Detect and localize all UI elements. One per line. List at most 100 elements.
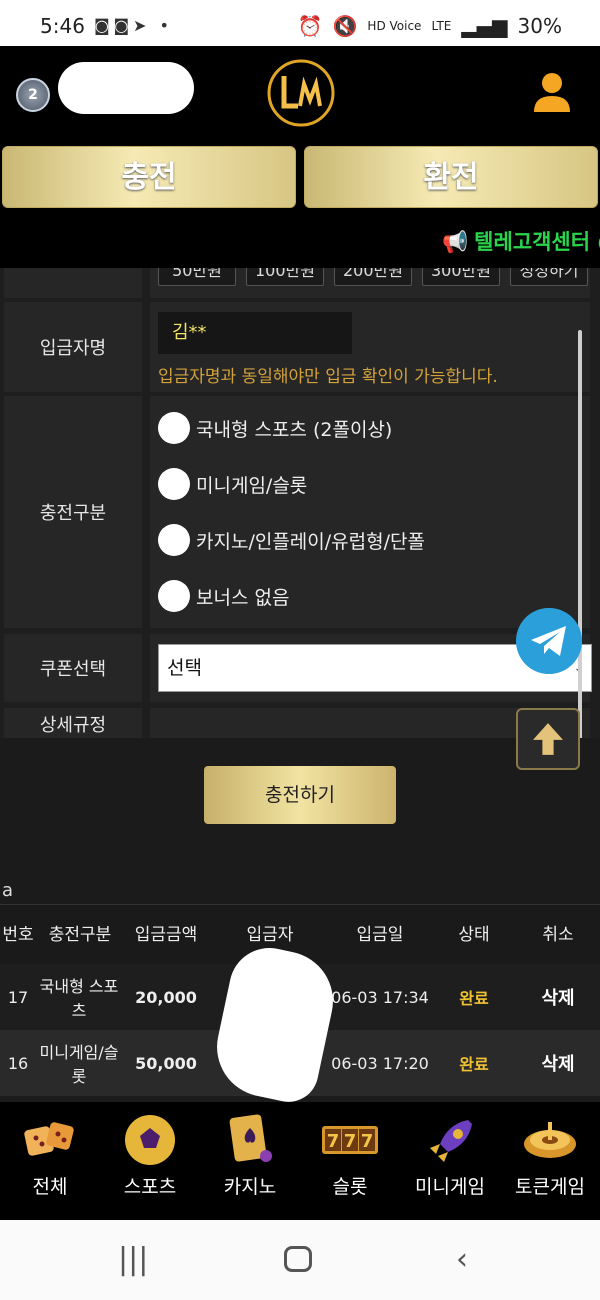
cell-status: 완료 xyxy=(459,1055,489,1074)
telegram-icon[interactable] xyxy=(516,608,582,674)
network-label: LTE xyxy=(431,19,452,33)
charge-type-option[interactable]: 미니게임/슬롯 xyxy=(158,466,307,502)
nav-label: 토큰게임 xyxy=(515,1176,585,1198)
nav-label: 카지노 xyxy=(223,1176,277,1198)
nav-item-sports[interactable]: 스포츠 xyxy=(100,1102,200,1220)
delete-button[interactable]: 삭제 xyxy=(526,1030,590,1096)
notice-marquee: 📢텔레고객센터 @ xyxy=(0,220,600,268)
cell-no: 16 xyxy=(7,1053,29,1073)
charge-type-option-label: 미니게임/슬롯 xyxy=(196,474,308,497)
rules-label: 상세규정 xyxy=(4,708,142,738)
charge-type-option-label: 국내형 스포츠 (2폴이상) xyxy=(196,418,393,441)
column-header: 입금금액 xyxy=(134,925,198,945)
depositor-label: 입금자명 xyxy=(4,302,142,392)
deposit-form: 50만원 100만원 200만원 300만원 정정하기 입금자명 김** 입금자… xyxy=(0,268,600,738)
charge-type-option[interactable]: 카지노/인플레이/유럽형/단폴 xyxy=(158,522,425,558)
bottom-nav: 전체 스포츠 카지노 7 7 7 슬롯 미니게임 토큰게임 xyxy=(0,1102,600,1220)
radio-button[interactable] xyxy=(158,580,190,612)
battery-percent: 30% xyxy=(517,14,562,38)
marquee-text: 텔레고객센터 @ xyxy=(474,230,600,254)
column-header: 충전구분 xyxy=(48,925,112,945)
back-icon[interactable]: ‹ xyxy=(456,1242,468,1277)
amount-row: 50만원 100만원 200만원 300만원 정정하기 xyxy=(4,268,590,298)
nav-label: 스포츠 xyxy=(123,1176,177,1198)
rules-row: 상세규정 xyxy=(4,708,590,738)
level-number: 2 xyxy=(28,87,38,103)
reset-chip[interactable]: 정정하기 xyxy=(510,268,588,286)
submit-area: 충전하기 xyxy=(0,738,600,858)
radio-button[interactable] xyxy=(158,468,190,500)
system-nav-bar: ||| ‹ xyxy=(0,1220,600,1300)
nav-item-all[interactable]: 전체 xyxy=(0,1102,100,1220)
delete-button[interactable]: 삭제 xyxy=(526,964,590,1030)
column-header: 취소 xyxy=(542,925,574,945)
dice-icon xyxy=(24,1122,74,1156)
charge-type-option-label: 보너스 없음 xyxy=(196,586,290,609)
roulette-icon xyxy=(524,1122,576,1158)
charge-type-option[interactable]: 국내형 스포츠 (2폴이상) xyxy=(158,410,392,446)
coupon-select-value: 선택 xyxy=(167,657,202,679)
mute-icon: 🔇 xyxy=(332,14,358,38)
notification-icons: ◙◙➤ • xyxy=(94,16,173,35)
radio-button[interactable] xyxy=(158,412,190,444)
submit-charge-button[interactable]: 충전하기 xyxy=(204,766,396,824)
nav-item-token-game[interactable]: 토큰게임 xyxy=(500,1102,600,1220)
amount-chip[interactable]: 50만원 xyxy=(158,268,236,286)
amount-chip[interactable]: 100만원 xyxy=(246,268,324,286)
column-header: 상태 xyxy=(458,925,490,945)
megaphone-icon: 📢 xyxy=(442,230,469,254)
nav-label: 슬롯 xyxy=(332,1176,368,1198)
nav-item-casino[interactable]: 카지노 xyxy=(200,1102,300,1220)
amount-chip[interactable]: 200만원 xyxy=(334,268,412,286)
charge-type-option-label: 카지노/인플레이/유럽형/단폴 xyxy=(196,530,425,553)
exchange-button[interactable]: 환전 xyxy=(304,146,598,208)
nav-label: 전체 xyxy=(32,1176,68,1198)
charge-type-option[interactable]: 보너스 없음 xyxy=(158,578,289,614)
username-redacted xyxy=(58,62,194,114)
column-header: 입금일 xyxy=(356,925,404,945)
status-right: ⏰ 🔇 HD Voice LTE ▂▄▆ 30% xyxy=(298,14,562,38)
cell-amount: 20,000 xyxy=(135,987,197,1007)
cell-type: 국내형 스포츠 xyxy=(39,977,119,1020)
signal-icon: ▂▄▆ xyxy=(461,14,508,38)
amount-chip[interactable]: 300만원 xyxy=(422,268,500,286)
charge-type-label: 충전구분 xyxy=(4,396,142,628)
arrow-up-icon xyxy=(533,723,563,755)
coupon-row: 쿠폰선택 선택 ⌄ xyxy=(4,634,592,702)
cell-no: 17 xyxy=(7,987,29,1007)
slot-777-icon: 7 7 7 xyxy=(322,1126,378,1154)
soccer-ball-icon xyxy=(125,1115,175,1165)
user-profile-icon[interactable] xyxy=(528,68,576,116)
charge-type-row: 충전구분 국내형 스포츠 (2폴이상) 미니게임/슬롯 카지노/인플레이/유럽형… xyxy=(4,396,590,628)
radio-button[interactable] xyxy=(158,524,190,556)
amount-label-cell xyxy=(4,268,142,298)
history-label: a xyxy=(2,880,14,901)
marquee-text-wrap[interactable]: 📢텔레고객센터 @ xyxy=(442,226,600,256)
charge-button[interactable]: 충전 xyxy=(2,146,296,208)
cell-status: 완료 xyxy=(459,989,489,1008)
depositor-cell: 김** 입금자명과 동일해야만 입금 확인이 가능합니다. xyxy=(150,302,590,392)
coupon-label: 쿠폰선택 xyxy=(4,634,142,702)
nav-item-slot[interactable]: 7 7 7 슬롯 xyxy=(300,1102,400,1220)
svg-text:7: 7 xyxy=(327,1131,340,1152)
status-bar: 5:46 ◙◙➤ • ⏰ 🔇 HD Voice LTE ▂▄▆ 30% xyxy=(0,0,600,46)
charge-type-cell: 국내형 스포츠 (2폴이상) 미니게임/슬롯 카지노/인플레이/유럽형/단폴 보… xyxy=(150,396,590,628)
svg-text:7: 7 xyxy=(361,1131,374,1152)
recent-apps-icon[interactable]: ||| xyxy=(118,1242,148,1277)
brand-logo[interactable] xyxy=(264,56,338,130)
depositor-note: 입금자명과 동일해야만 입금 확인이 가능합니다. xyxy=(158,367,498,387)
amount-chip-cell: 50만원 100만원 200만원 300만원 정정하기 xyxy=(150,268,590,298)
scroll-top-button[interactable] xyxy=(516,708,580,770)
level-badge-icon: 2 xyxy=(16,78,50,112)
alarm-icon: ⏰ xyxy=(297,14,323,38)
depositor-name-field[interactable]: 김** xyxy=(158,312,352,354)
nav-label: 미니게임 xyxy=(415,1176,485,1198)
playing-card-icon xyxy=(229,1114,272,1162)
depositor-row: 입금자명 김** 입금자명과 동일해야만 입금 확인이 가능합니다. xyxy=(4,302,590,392)
status-time: 5:46 xyxy=(40,14,85,38)
svg-text:7: 7 xyxy=(344,1131,357,1152)
nav-item-minigame[interactable]: 미니게임 xyxy=(400,1102,500,1220)
home-icon[interactable] xyxy=(284,1246,312,1272)
top-button-bar: 충전 환전 xyxy=(0,141,600,220)
hd-voice-label: HD Voice xyxy=(367,19,422,33)
